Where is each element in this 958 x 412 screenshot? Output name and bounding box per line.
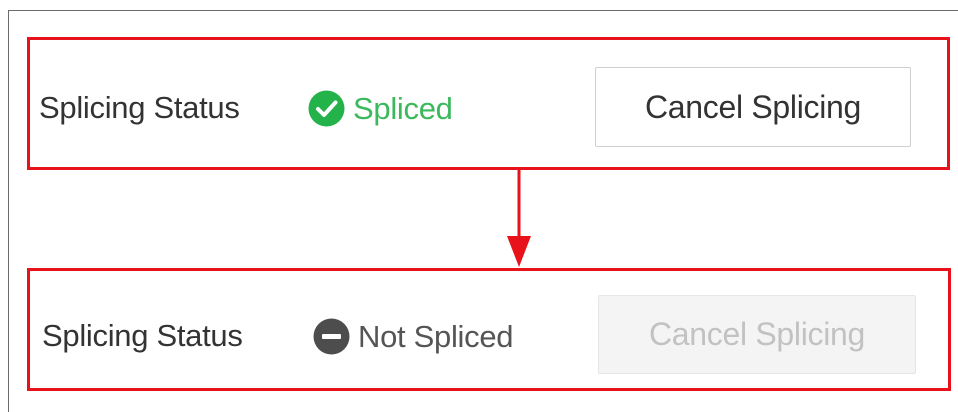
- status-text: Spliced: [353, 90, 453, 126]
- splicing-status-label: Splicing Status: [39, 90, 240, 125]
- splicing-status-label: Splicing Status: [42, 318, 243, 353]
- cancel-splicing-button-disabled[interactable]: Cancel Splicing: [598, 295, 916, 374]
- splicing-status-after-panel: Splicing Status Not Spliced Cancel Splic…: [27, 268, 951, 391]
- status-text: Not Spliced: [358, 318, 514, 354]
- splicing-status-value: Spliced: [308, 90, 453, 127]
- cancel-splicing-button[interactable]: Cancel Splicing: [595, 67, 911, 147]
- splicing-status-value: Not Spliced: [313, 318, 514, 355]
- check-circle-icon: [308, 90, 345, 127]
- minus-circle-icon: [313, 318, 350, 355]
- arrow-down-icon: [507, 168, 531, 267]
- frame-border-top: [8, 10, 958, 11]
- splicing-status-before-panel: Splicing Status Spliced Cancel Splicing: [27, 37, 950, 170]
- frame-border-left: [8, 10, 9, 412]
